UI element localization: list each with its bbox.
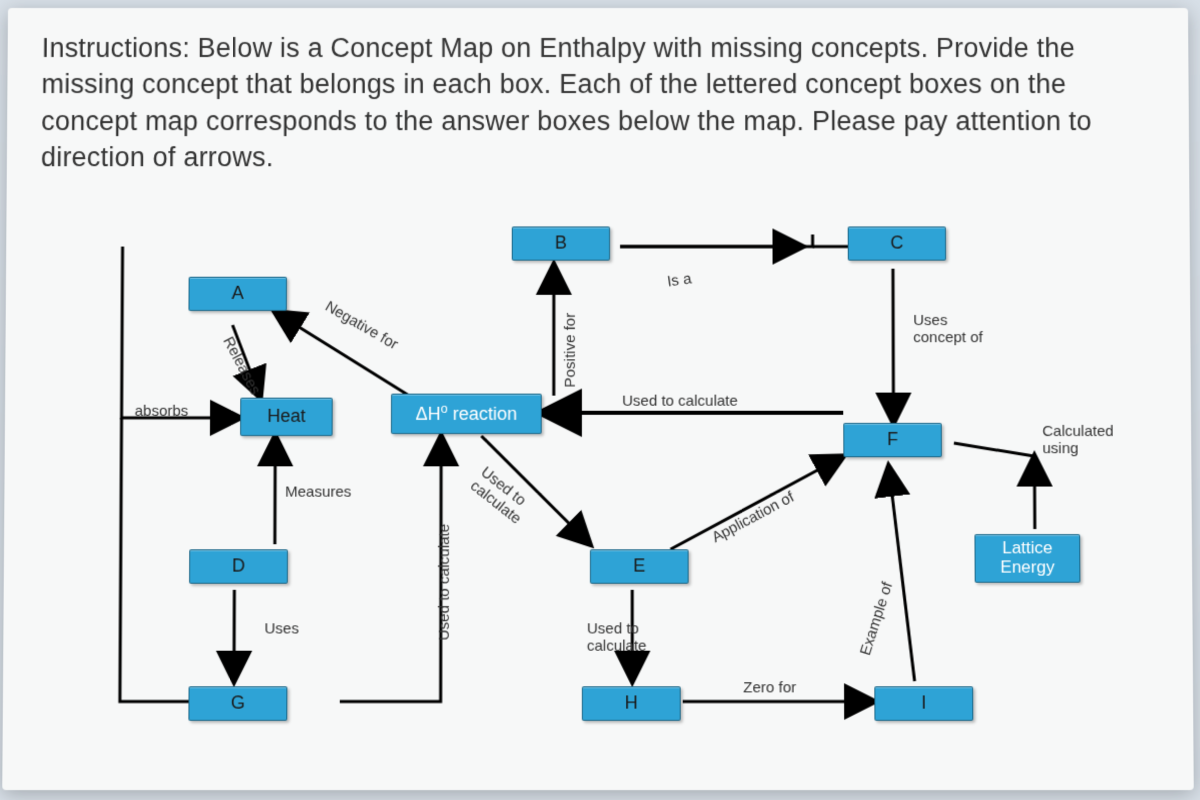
concept-map: A B C Heat ΔHo reaction F D E Lattice En… bbox=[37, 196, 1147, 732]
l1: Used to bbox=[587, 620, 639, 637]
edge-negative-for: Negative for bbox=[322, 298, 401, 354]
edge-example-of: Example of bbox=[857, 580, 896, 658]
edge-releases: Releases bbox=[220, 334, 264, 398]
concept-box-d[interactable]: D bbox=[189, 549, 288, 583]
concept-box-g[interactable]: G bbox=[188, 686, 287, 721]
label: E bbox=[591, 556, 688, 577]
degree-sup: o bbox=[441, 402, 448, 416]
edge-uses: Uses bbox=[264, 620, 299, 637]
label: G bbox=[189, 693, 286, 714]
label: D bbox=[190, 556, 287, 577]
concept-box-b[interactable]: B bbox=[512, 226, 610, 260]
concept-box-dh-reaction[interactable]: ΔHo reaction bbox=[391, 393, 542, 433]
label: ΔHo reaction bbox=[392, 402, 541, 425]
concept-box-a[interactable]: A bbox=[188, 276, 287, 310]
concept-box-lattice-energy[interactable]: Lattice Energy bbox=[974, 534, 1080, 583]
label: C bbox=[849, 233, 945, 254]
instructions-text: Instructions: Below is a Concept Map on … bbox=[41, 30, 1155, 176]
concept-box-h[interactable]: H bbox=[582, 686, 681, 721]
concept-box-i[interactable]: I bbox=[874, 686, 973, 721]
l2: calculate bbox=[587, 637, 647, 654]
worksheet-page: Instructions: Below is a Concept Map on … bbox=[2, 8, 1194, 790]
label: B bbox=[513, 233, 609, 254]
edge-is-a: Is a bbox=[666, 270, 692, 290]
edge-used-to-calculate-eh: Used to calculate bbox=[587, 620, 658, 655]
label: H bbox=[583, 693, 680, 714]
edge-measures: Measures bbox=[285, 483, 351, 500]
edge-calculated-using: Calculated using bbox=[1042, 423, 1133, 457]
edge-positive-for: Positive for bbox=[562, 313, 579, 388]
edge-absorbs: absorbs bbox=[135, 402, 189, 419]
text: Uses concept of bbox=[913, 312, 983, 347]
concept-box-heat[interactable]: Heat bbox=[240, 397, 333, 435]
edge-uses-concept-of: Uses concept of bbox=[913, 312, 983, 347]
label: Heat bbox=[241, 406, 332, 427]
label: A bbox=[189, 283, 285, 304]
edge-used-to-calculate-main: Used to calculate bbox=[622, 392, 738, 409]
label: F bbox=[844, 429, 941, 450]
concept-box-e[interactable]: E bbox=[590, 549, 689, 583]
edge-zero-for: Zero for bbox=[743, 679, 796, 696]
delta-h: ΔH bbox=[416, 404, 441, 424]
label: Lattice Energy bbox=[975, 539, 1079, 577]
edge-used-to-calculate-v: Used to calculate bbox=[436, 524, 453, 641]
label: I bbox=[875, 693, 972, 714]
l2: calculate bbox=[467, 477, 524, 527]
concept-box-c[interactable]: C bbox=[848, 226, 946, 260]
concept-box-f[interactable]: F bbox=[843, 423, 942, 457]
edge-used-to-calc-diag: Used to calculate bbox=[467, 463, 535, 527]
reaction-word: reaction bbox=[448, 404, 517, 424]
edge-application-of: Application of bbox=[709, 488, 797, 546]
l1: Used to bbox=[478, 463, 529, 509]
